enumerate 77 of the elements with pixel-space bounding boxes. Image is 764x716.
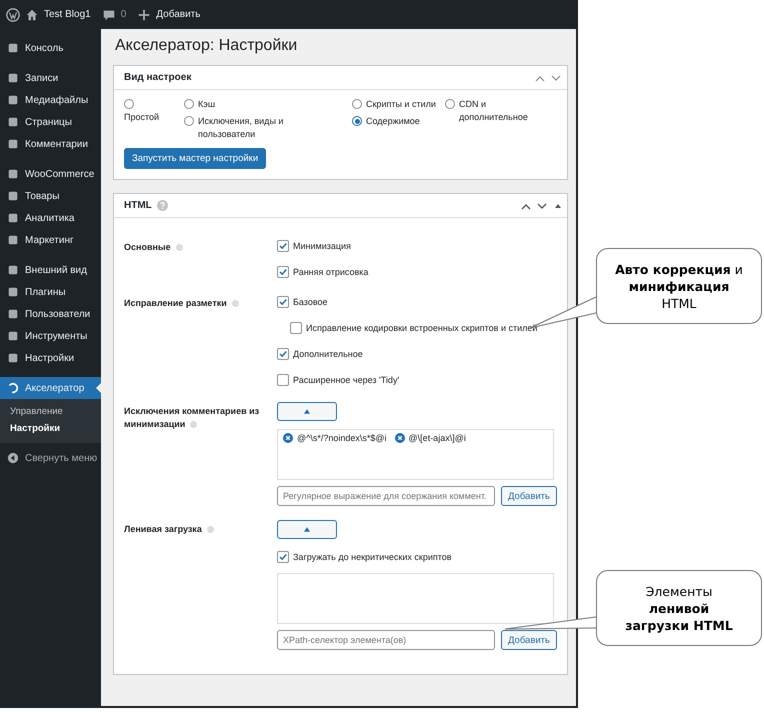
sidebar-item[interactable]: WooCommerce <box>0 163 101 185</box>
sidebar-item[interactable]: Пользователи <box>0 303 101 325</box>
panel-title: HTML <box>124 200 152 211</box>
radio-button[interactable] <box>184 116 194 126</box>
panel-title: Вид настроек <box>124 72 192 83</box>
radio-option[interactable]: CDN и дополнительное <box>445 98 557 124</box>
checkbox[interactable] <box>277 240 289 252</box>
page-title: Акселератор: Настройки <box>115 37 298 55</box>
checkbox[interactable] <box>277 374 289 386</box>
section-label: Основные <box>124 242 183 252</box>
radio-button[interactable] <box>184 99 194 109</box>
sidebar-item[interactable]: Страницы <box>0 111 101 133</box>
checkbox-option[interactable]: Дополнительное <box>277 346 363 362</box>
checkbox-option[interactable]: Базовое <box>277 294 328 310</box>
sidebar-item[interactable]: Внешний вид <box>0 259 101 281</box>
triangle-up-icon <box>304 527 310 532</box>
input-field[interactable]: XPath-селектор элемента(ов) <box>277 630 495 650</box>
site-name-link[interactable]: Test Blog1 <box>44 9 91 20</box>
checkbox-option[interactable]: Расширенное через 'Tidy' <box>277 372 400 388</box>
left-arrow-circle-icon <box>7 452 19 464</box>
checkbox-option[interactable]: Загружать до некритических скриптов <box>277 549 452 565</box>
checkbox[interactable] <box>277 348 289 360</box>
section-label: Исключения комментариев из минимизации <box>124 406 260 429</box>
checkbox[interactable] <box>277 296 289 308</box>
collapse-menu-button[interactable]: Свернуть меню <box>0 447 101 469</box>
remove-icon[interactable] <box>283 433 293 443</box>
tags-textarea[interactable]: @^\s*/?noindex\s*$@i @\[et-ajax\]@i <box>277 429 554 480</box>
tag-text: @\[et-ajax\]@i <box>408 433 466 443</box>
remove-icon[interactable] <box>394 433 405 443</box>
wordpress-logo-icon[interactable] <box>6 8 20 22</box>
checkbox[interactable] <box>290 322 302 334</box>
sidebar-item[interactable]: Комментарии <box>0 133 101 155</box>
sidebar-item[interactable]: Маркетинг <box>0 229 101 251</box>
sidebar-item[interactable]: Медиафайлы <box>0 89 101 111</box>
sidebar-item[interactable]: Настройки <box>0 347 101 369</box>
add-button[interactable]: Добавить <box>501 486 557 506</box>
section-label: Исправление разметки <box>124 298 239 308</box>
swirl-icon <box>7 382 19 394</box>
radio-option[interactable]: Исключения, виды и пользователи <box>184 115 352 141</box>
radio-option[interactable]: Скрипты и стили <box>352 98 445 111</box>
checkbox-option[interactable]: Минимизация <box>277 238 351 254</box>
radio-button[interactable] <box>124 99 134 109</box>
section-label: Ленивая загрузка <box>124 524 214 534</box>
plus-icon[interactable] <box>137 8 152 22</box>
comment-count: 0 <box>120 9 126 20</box>
radio-button[interactable] <box>352 116 362 126</box>
home-icon[interactable] <box>25 8 39 22</box>
triangle-up-icon <box>304 409 310 414</box>
input-field[interactable]: Регулярное выражение для соержания коммент. <box>277 486 495 506</box>
expand-toggle-button[interactable] <box>277 520 337 539</box>
radio-option[interactable]: Кэш <box>184 98 352 111</box>
up-down-arrows-icon[interactable] <box>535 72 561 82</box>
checkbox-option[interactable]: Ранняя отрисовка <box>277 264 368 280</box>
wizard-button[interactable]: Запустить мастер настройки <box>124 148 266 169</box>
radio-button[interactable] <box>352 99 362 109</box>
up-down-arrows-icon[interactable] <box>521 200 561 210</box>
radio-option[interactable]: Простой <box>124 98 184 124</box>
expand-toggle-button[interactable] <box>277 402 337 421</box>
sidebar-item[interactable]: Консоль <box>0 37 101 59</box>
callout-text: Авто коррекция и минификация HTML <box>615 260 743 312</box>
checkbox[interactable] <box>277 266 289 278</box>
submenu-item[interactable]: Управление <box>0 403 101 420</box>
textarea-field[interactable] <box>277 573 554 624</box>
tag-text: @^\s*/?noindex\s*$@i <box>297 433 387 443</box>
sidebar-item[interactable]: Товары <box>0 185 101 207</box>
callout-text: Элементы ленивой загрузки HTML <box>624 582 734 634</box>
sidebar-item[interactable]: Записи <box>0 67 101 89</box>
sidebar-item[interactable]: Инструменты <box>0 325 101 347</box>
radio-option[interactable]: Содержимое <box>352 115 445 128</box>
submenu-item[interactable]: Настройки <box>0 420 101 437</box>
add-button[interactable]: Добавить <box>501 630 557 650</box>
radio-button[interactable] <box>445 99 455 109</box>
sidebar-item[interactable]: Акселератор <box>0 377 101 399</box>
sidebar-item[interactable]: Аналитика <box>0 207 101 229</box>
new-link[interactable]: Добавить <box>156 9 200 20</box>
sidebar-item[interactable]: Плагины <box>0 281 101 303</box>
checkbox[interactable] <box>277 551 289 563</box>
